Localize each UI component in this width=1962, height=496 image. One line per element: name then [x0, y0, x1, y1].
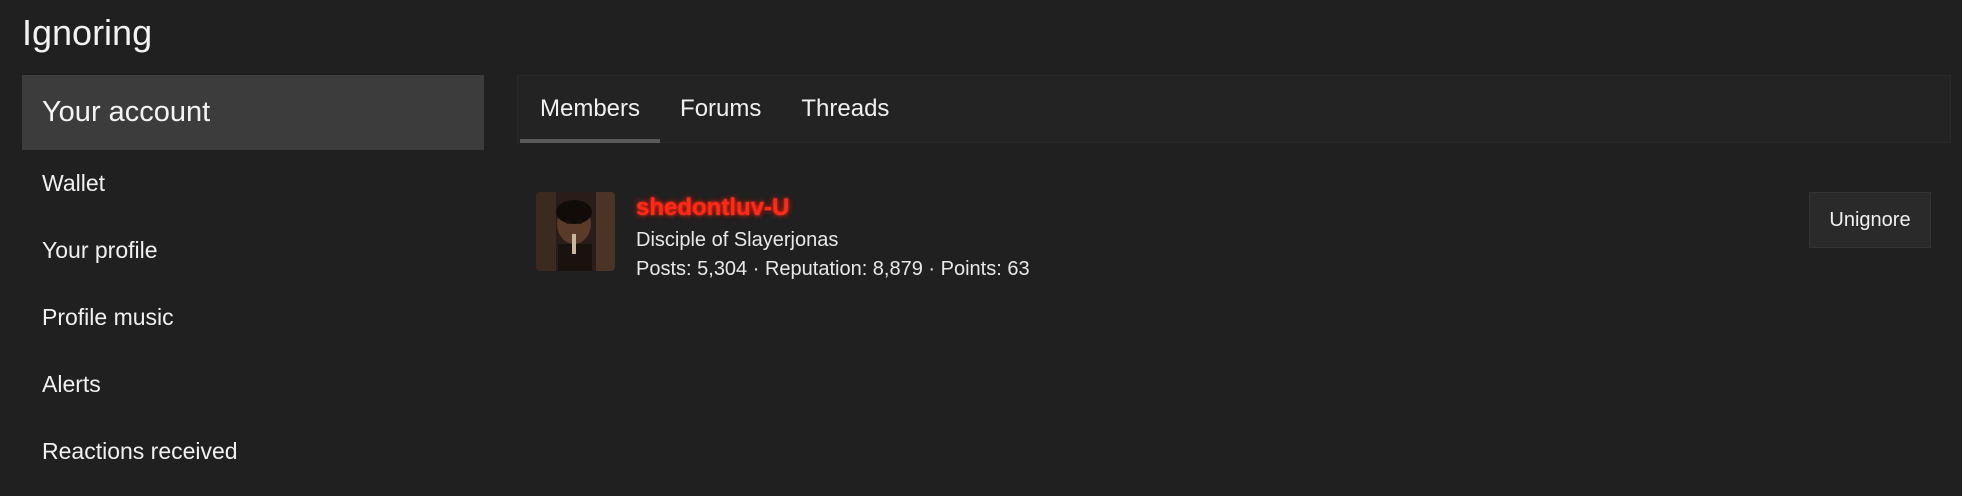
- user-avatar[interactable]: [536, 192, 615, 271]
- page-title: Ignoring: [22, 12, 153, 53]
- sidebar-item-wallet[interactable]: Wallet: [22, 150, 484, 217]
- member-username[interactable]: shedontluv-U: [636, 192, 1030, 224]
- unignore-button[interactable]: Unignore: [1809, 192, 1931, 248]
- tab-forums[interactable]: Forums: [660, 76, 781, 142]
- member-stats: Posts: 5,304 · Reputation: 8,879 · Point…: [636, 258, 1030, 280]
- member-info: shedontluv-U Disciple of Slayerjonas Pos…: [636, 192, 1030, 284]
- tab-bar: Members Forums Threads: [517, 75, 1951, 143]
- account-sidebar: Your account Wallet Your profile Profile…: [22, 75, 484, 485]
- sidebar-item-alerts[interactable]: Alerts: [22, 351, 484, 418]
- sidebar-item-profile-music[interactable]: Profile music: [22, 284, 484, 351]
- sidebar-header-your-account[interactable]: Your account: [22, 75, 484, 150]
- tab-members[interactable]: Members: [520, 76, 661, 143]
- sidebar-item-your-profile[interactable]: Your profile: [22, 217, 484, 284]
- ignoring-panel: Members Forums Threads shedontluv-U Disc…: [517, 75, 1951, 280]
- tab-threads[interactable]: Threads: [781, 76, 909, 142]
- ignored-member-row: shedontluv-U Disciple of Slayerjonas Pos…: [536, 192, 1950, 292]
- sidebar-item-reactions-received[interactable]: Reactions received: [22, 418, 484, 485]
- member-user-title: Disciple of Slayerjonas: [636, 229, 839, 251]
- avatar-photo-icon: [536, 192, 615, 271]
